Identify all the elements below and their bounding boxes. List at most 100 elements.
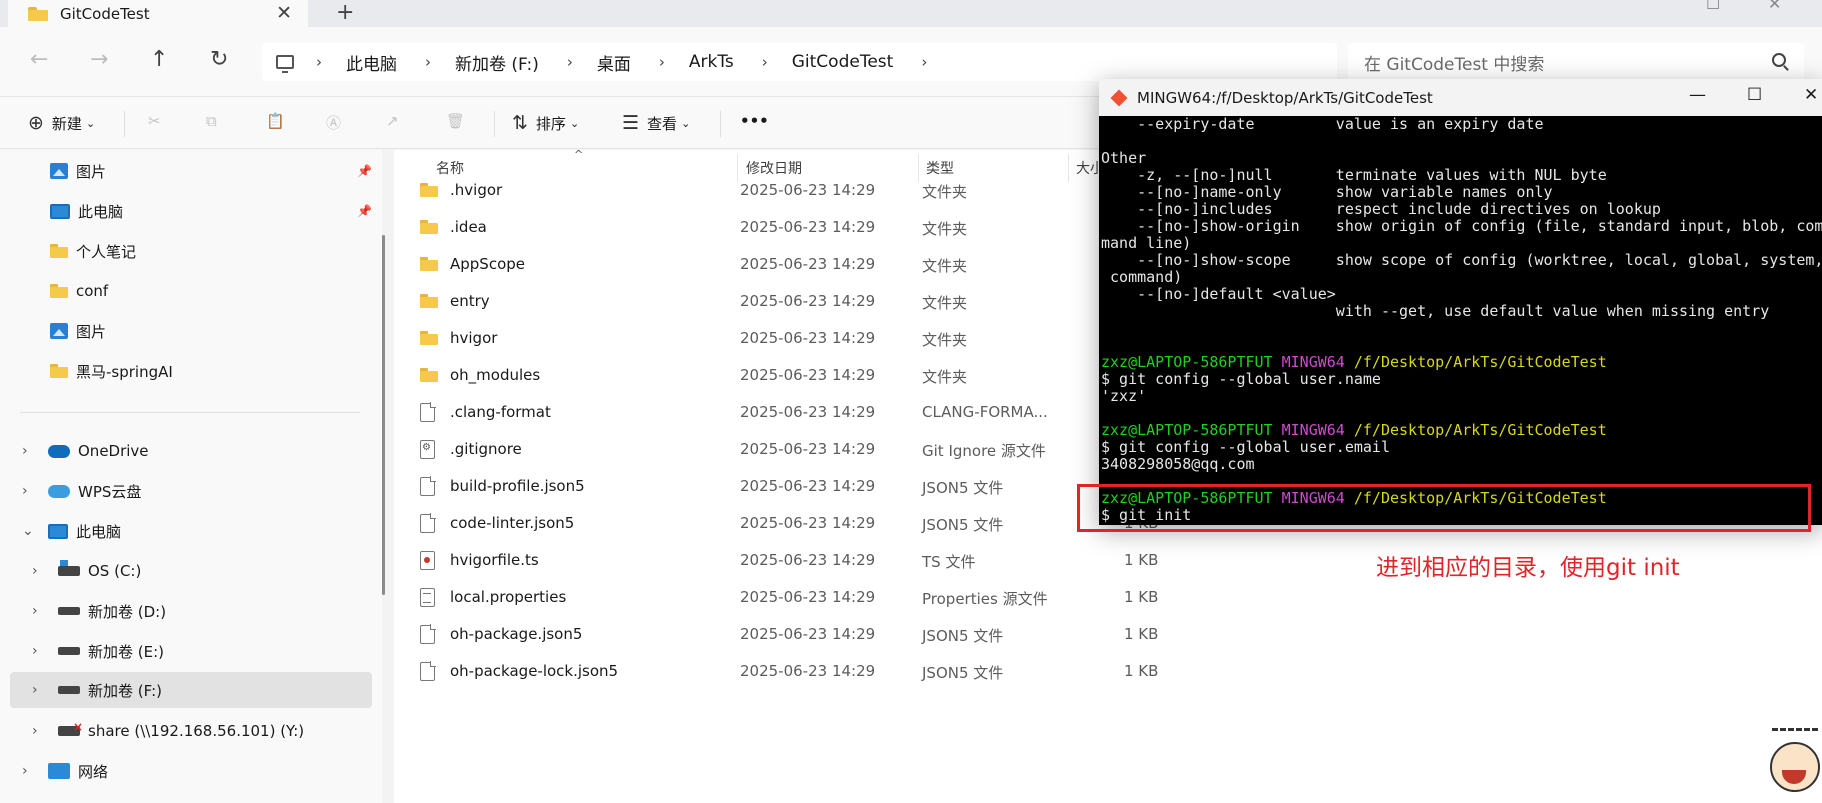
breadcrumb-desktop[interactable]: 桌面	[597, 50, 631, 75]
chevron-right-icon[interactable]: ›	[32, 643, 38, 659]
delete-icon[interactable]: 🗑	[446, 112, 465, 130]
terminal-title-bar[interactable]: MINGW64:/f/Desktop/ArkTs/GitCodeTest — ☐…	[1099, 79, 1822, 116]
close-window-icon[interactable]: ✕	[1768, 0, 1781, 13]
chevron-right-icon[interactable]: ›	[32, 563, 38, 579]
chevron-right-icon[interactable]: ›	[22, 763, 28, 779]
breadcrumb-arkts[interactable]: ArkTs	[689, 52, 734, 72]
breadcrumb-this-pc[interactable]: 此电脑	[346, 50, 397, 75]
terminal-text: Other	[1101, 149, 1147, 167]
more-options-button[interactable]: •••	[740, 112, 769, 130]
maximize-button[interactable]: ☐	[1747, 85, 1762, 105]
file-row[interactable]: entry 2025-06-23 14:29 文件夹	[418, 283, 1218, 319]
tab-gitcodetest[interactable]: GitCodeTest ✕	[8, 0, 308, 27]
share-icon[interactable]: ↗	[386, 112, 399, 130]
file-row[interactable]: .gitignore 2025-06-23 14:29 Git Ignore 源文件	[418, 431, 1218, 467]
file-name: hvigor	[450, 329, 498, 347]
file-row[interactable]: oh-package-lock.json5 2025-06-23 14:29 JSO…	[418, 653, 1218, 689]
chevron-right-icon[interactable]: ›	[32, 603, 38, 619]
breadcrumb-separator[interactable]: ›	[425, 53, 431, 71]
breadcrumb-drive-f[interactable]: 新加卷 (F:)	[455, 50, 539, 75]
search-icon[interactable]	[1772, 53, 1786, 67]
file-date: 2025-06-23 14:29	[740, 625, 876, 643]
breadcrumb-gitcodetest[interactable]: GitCodeTest	[792, 52, 894, 72]
sidebar-item-network[interactable]: › 网络	[20, 753, 372, 789]
chevron-right-icon[interactable]: ›	[22, 483, 28, 499]
chevron-right-icon[interactable]: ›	[32, 723, 38, 739]
file-type: CLANG-FORMA...	[922, 403, 1048, 421]
maximize-icon[interactable]: ☐	[1706, 0, 1720, 13]
chevron-right-icon[interactable]: ›	[22, 443, 28, 459]
sidebar-item-notes[interactable]: 个人笔记	[50, 233, 372, 269]
git-bash-window[interactable]: MINGW64:/f/Desktop/ArkTs/GitCodeTest — ☐…	[1099, 79, 1822, 525]
file-name: code-linter.json5	[450, 514, 575, 532]
forward-button[interactable]: →	[90, 47, 108, 72]
cut-icon[interactable]: ✂	[148, 112, 161, 130]
picture-icon	[50, 163, 68, 179]
pin-icon[interactable]: 📌	[357, 164, 372, 178]
terminal-line: -z, --[no-]null terminate values with NU…	[1101, 167, 1822, 184]
file-date: 2025-06-23 14:29	[740, 329, 876, 347]
sidebar-item-wps-cloud[interactable]: › WPS云盘	[20, 473, 372, 509]
up-button[interactable]: ↑	[150, 47, 168, 72]
drive-icon	[58, 607, 80, 615]
paste-icon[interactable]: 📋	[266, 112, 285, 130]
sidebar-item-drive-c[interactable]: › OS (C:)	[30, 553, 372, 589]
sidebar-item-share[interactable]: › share (\\192.168.56.101) (Y:)	[30, 713, 372, 749]
breadcrumb-separator[interactable]: ›	[659, 53, 665, 71]
back-button[interactable]: ←	[30, 47, 48, 72]
sidebar-item-springai[interactable]: 黑马-springAI	[50, 353, 372, 389]
breadcrumb-separator[interactable]: ›	[762, 53, 768, 71]
file-size: 1 KB	[1124, 588, 1159, 606]
close-tab-icon[interactable]: ✕	[276, 2, 292, 24]
sidebar-item-this-pc[interactable]: ⌄ 此电脑	[20, 513, 372, 549]
new-tab-button[interactable]: +	[336, 0, 354, 25]
breadcrumb-separator[interactable]: ›	[567, 53, 573, 71]
search-input[interactable]: 在 GitCodeTest 中搜索	[1348, 43, 1804, 81]
file-row[interactable]: oh_modules 2025-06-23 14:29 文件夹	[418, 357, 1218, 393]
new-label: 新建	[51, 114, 82, 133]
file-row[interactable]: .idea 2025-06-23 14:29 文件夹	[418, 209, 1218, 245]
breadcrumb-separator[interactable]: ›	[921, 53, 927, 71]
rename-icon[interactable]: Ⓐ	[326, 112, 341, 133]
address-bar[interactable]: › 此电脑 › 新加卷 (F:) › 桌面 › ArkTs › GitCodeT…	[262, 43, 1337, 81]
sidebar-item-conf[interactable]: conf	[50, 273, 372, 309]
sidebar-item-this-pc-pinned[interactable]: 此电脑 📌	[50, 193, 372, 229]
view-button[interactable]: ☰ 查看 ⌄	[622, 112, 690, 134]
file-row[interactable]: local.properties 2025-06-23 14:29 Properti…	[418, 579, 1218, 615]
sidebar-divider	[20, 412, 360, 413]
sidebar-scrollbar[interactable]	[382, 235, 385, 595]
copy-icon[interactable]: ⧉	[206, 112, 217, 130]
new-button[interactable]: ⊕ 新建 ⌄	[28, 112, 95, 134]
view-icon: ☰	[622, 112, 640, 134]
file-row[interactable]: hvigor 2025-06-23 14:29 文件夹	[418, 320, 1218, 356]
sort-button[interactable]: ⇅ 排序 ⌄	[512, 112, 579, 134]
sidebar-item-onedrive[interactable]: › OneDrive	[20, 433, 372, 469]
close-button[interactable]: ✕	[1804, 85, 1818, 105]
sidebar-item-pictures-pinned[interactable]: 图片 📌	[50, 153, 372, 189]
sidebar-item-drive-e[interactable]: › 新加卷 (E:)	[30, 633, 372, 669]
sidebar-item-drive-d[interactable]: › 新加卷 (D:)	[30, 593, 372, 629]
pin-icon[interactable]: 📌	[357, 204, 372, 218]
folder-icon	[28, 6, 48, 21]
terminal-line: mand line)	[1101, 235, 1822, 252]
file-date: 2025-06-23 14:29	[740, 662, 876, 680]
file-row[interactable]: AppScope 2025-06-23 14:29 文件夹	[418, 246, 1218, 282]
file-row[interactable]: oh-package.json5 2025-06-23 14:29 JSON5 文件…	[418, 616, 1218, 652]
minimize-button[interactable]: —	[1689, 85, 1706, 105]
sidebar-item-label: 网络	[78, 762, 109, 781]
file-name: hvigorfile.ts	[450, 551, 539, 569]
terminal-text: MINGW64	[1281, 421, 1354, 439]
file-row[interactable]: .hvigor 2025-06-23 14:29 文件夹	[418, 172, 1218, 208]
terminal-output[interactable]: --expiry-date value is an expiry date Oth…	[1099, 116, 1822, 525]
sidebar-item-pictures[interactable]: 图片	[50, 313, 372, 349]
file-row[interactable]: .clang-format 2025-06-23 14:29 CLANG-FORMA…	[418, 394, 1218, 430]
chevron-right-icon[interactable]: ›	[32, 682, 38, 698]
sidebar-item-drive-f[interactable]: › 新加卷 (F:)	[10, 672, 372, 708]
breadcrumb-separator[interactable]: ›	[316, 53, 322, 71]
refresh-button[interactable]: ↻	[210, 47, 228, 72]
chevron-down-icon[interactable]: ⌄	[22, 523, 34, 539]
terminal-line: zxz@LAPTOP-586PTFUT MINGW64 /f/Desktop/A…	[1101, 354, 1822, 371]
file-row[interactable]: hvigorfile.ts 2025-06-23 14:29 TS 文件 1 KB	[418, 542, 1218, 578]
